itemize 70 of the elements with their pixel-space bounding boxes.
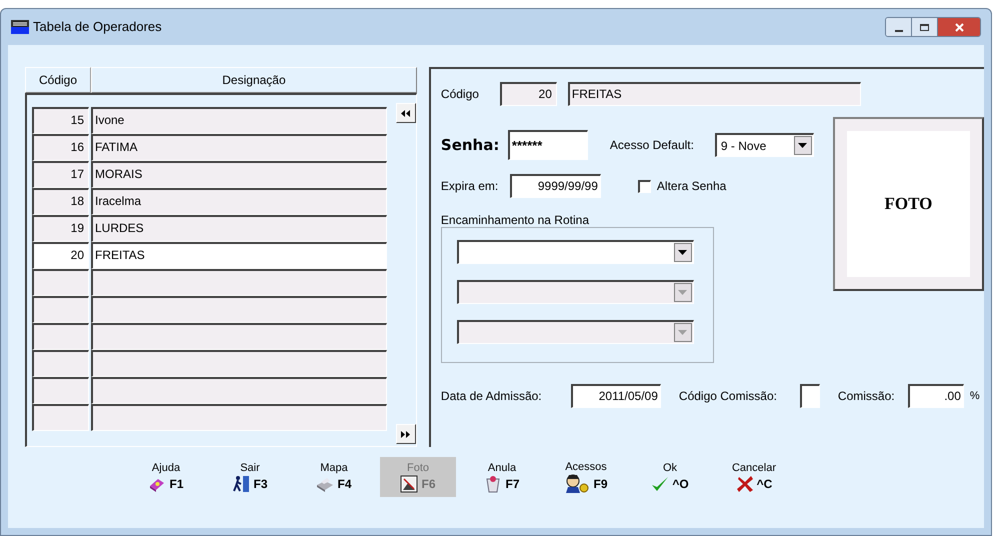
table-cell[interactable]: 20 — [32, 242, 89, 269]
minimize-button[interactable] — [886, 18, 912, 36]
code-field: 20 — [500, 82, 557, 106]
field-label: Data de Admissão: — [440, 388, 543, 405]
admission-date-field[interactable]: 2011/05/09 — [570, 384, 661, 408]
column-header[interactable]: Designação — [91, 67, 417, 93]
group-label: Encaminhamento na Rotina — [440, 213, 590, 227]
toolbar-button[interactable]: Ajuda F1 — [128, 457, 204, 497]
table-cell[interactable]: 15 — [32, 107, 89, 134]
field-label: Senha: — [440, 134, 500, 156]
toolbar-button[interactable]: Mapa F4 — [296, 457, 372, 497]
field-label: Código Comissão: — [678, 388, 778, 405]
access-select[interactable]: 9 - Nove — [714, 133, 814, 157]
photo-placeholder-text: FOTO — [884, 193, 932, 216]
expiry-field[interactable]: 9999/99/99 — [510, 174, 601, 198]
checkbox[interactable] — [638, 180, 651, 192]
name-field: FREITAS — [568, 82, 861, 106]
table-cell[interactable] — [32, 404, 89, 431]
double-right-arrow-icon — [401, 430, 410, 438]
table-cell[interactable]: Iracelma — [91, 188, 387, 215]
previous-button[interactable] — [396, 103, 416, 123]
field-label: Código — [440, 86, 480, 103]
figure-with-key-icon — [564, 474, 590, 494]
walking-figure-icon — [232, 474, 250, 492]
table-cell[interactable]: MORAIS — [91, 161, 387, 188]
table-cell[interactable] — [32, 350, 89, 377]
table-cell[interactable] — [32, 269, 89, 296]
table-cell[interactable] — [91, 404, 387, 431]
toolbar-button[interactable]: Sair F3 — [212, 457, 288, 497]
close-icon — [736, 474, 754, 492]
table-cell[interactable]: LURDES — [91, 215, 387, 242]
trash-can-icon — [484, 474, 502, 492]
table-cell[interactable] — [91, 269, 387, 296]
maximize-button[interactable] — [912, 18, 938, 36]
table-cell[interactable]: 19 — [32, 215, 89, 242]
commission-field[interactable]: .00 — [908, 384, 964, 408]
table-cell[interactable]: 17 — [32, 161, 89, 188]
picture-icon — [400, 474, 418, 492]
toolbar-button[interactable]: Ok ^O — [632, 457, 708, 497]
table-cell[interactable] — [91, 377, 387, 404]
table-cell[interactable] — [32, 296, 89, 323]
password-field[interactable]: ****** — [508, 130, 588, 160]
table-cell[interactable]: 18 — [32, 188, 89, 215]
routing-select[interactable] — [456, 240, 694, 264]
close-button[interactable] — [938, 18, 980, 36]
window-title: Tabela de Operadores — [33, 18, 162, 36]
toolbar-button[interactable]: Acessos F9 — [548, 457, 624, 497]
toolbar-button[interactable]: Cancelar ^C — [716, 457, 792, 497]
commission-code-field[interactable] — [800, 384, 820, 408]
table-cell[interactable] — [91, 323, 387, 350]
close-icon — [954, 22, 964, 32]
percent-sign: % — [970, 388, 980, 404]
table-cell[interactable]: FREITAS — [91, 242, 387, 269]
table-cell[interactable] — [91, 350, 387, 377]
table-cell[interactable] — [32, 377, 89, 404]
double-left-arrow-icon — [401, 110, 410, 116]
app-icon — [11, 20, 29, 34]
toolbar-button[interactable]: Anula F7 — [464, 457, 540, 497]
table-cell[interactable]: Ivone — [91, 107, 387, 134]
table-cell[interactable]: 16 — [32, 134, 89, 161]
table-cell[interactable]: FATIMA — [91, 134, 387, 161]
checkbox-label[interactable]: Altera Senha — [656, 177, 726, 195]
field-label: Expira em: — [440, 178, 500, 195]
field-label: Comissão: — [838, 388, 896, 405]
table-cell[interactable] — [91, 296, 387, 323]
table-cell[interactable] — [32, 323, 89, 350]
column-header[interactable]: Código — [25, 67, 91, 93]
check-icon — [651, 474, 670, 492]
field-label: Acesso Default: — [610, 137, 695, 154]
next-button[interactable] — [396, 424, 416, 444]
